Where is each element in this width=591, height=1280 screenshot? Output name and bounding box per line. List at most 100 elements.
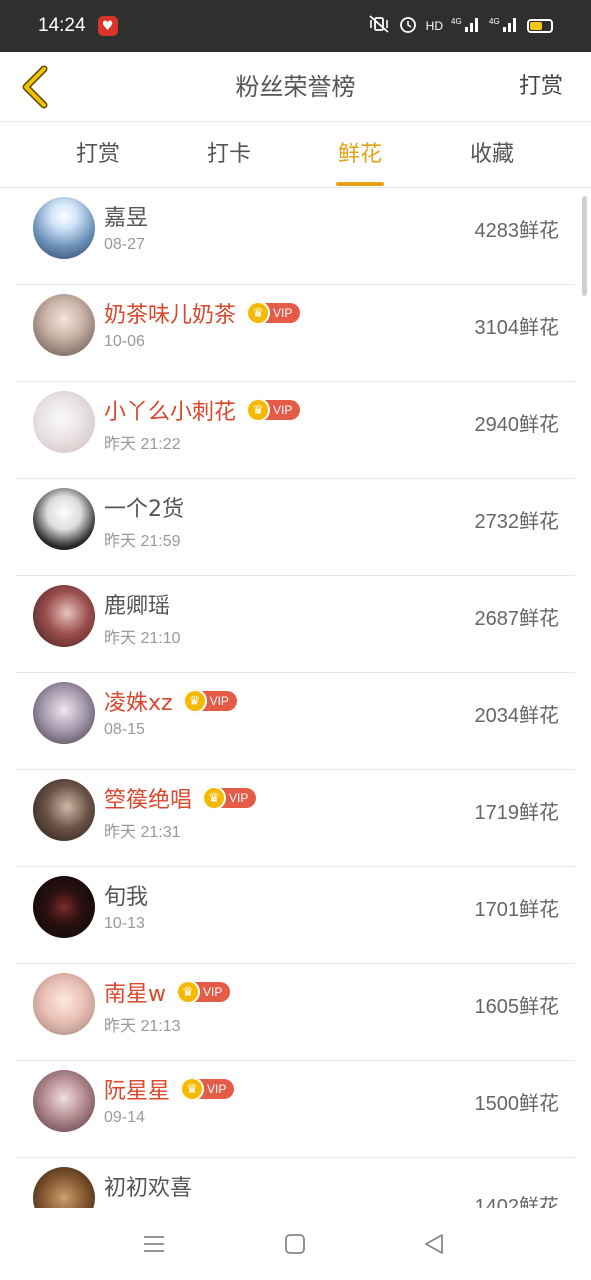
battery-icon (527, 19, 553, 33)
crown-icon: ♛ (182, 689, 207, 713)
tab-checkin[interactable]: 打卡 (184, 122, 274, 186)
fan-name[interactable]: 阮星星 (104, 1073, 170, 1105)
fan-name[interactable]: 奶茶味儿奶茶 (104, 297, 236, 329)
tab-bar: 打赏 打卡 鲜花 收藏 (0, 122, 591, 188)
fan-ranking-list[interactable]: 嘉昱 08-27 4283鲜花 奶茶味儿奶茶 ♛ VIP 10-06 3104鲜花 小丫么小刺花… (0, 188, 591, 1208)
avatar[interactable] (33, 1167, 95, 1208)
fan-row[interactable]: 小丫么小刺花 ♛ VIP 昨天 21:22 2940鲜花 (16, 382, 575, 479)
back-button[interactable] (10, 60, 60, 114)
fan-name[interactable]: 旬我 (104, 879, 148, 911)
flower-count: 2940鲜花 (474, 414, 560, 436)
fan-name-line: 南星w ♛ VIP (104, 976, 231, 1008)
fan-time: 昨天 21:13 (104, 1018, 181, 1035)
chevron-left-icon (22, 65, 48, 109)
svg-text:4G: 4G (451, 17, 462, 26)
fan-time: 08-15 (104, 721, 145, 738)
scrollbar[interactable] (582, 196, 587, 296)
mute-vibrate-icon (368, 15, 390, 37)
status-time: 14:24 (38, 15, 86, 36)
status-bar: 14:24 ♥ HD 4G 4G (0, 0, 591, 52)
fan-name[interactable]: 一个2货 (104, 491, 184, 523)
fan-name[interactable]: 南星w (104, 976, 166, 1008)
flower-count: 1719鲜花 (474, 802, 560, 824)
fan-name[interactable]: 凌姝xz (104, 685, 173, 717)
reward-button[interactable]: 打赏 (519, 52, 563, 122)
avatar[interactable] (33, 488, 95, 550)
flower-count: 1701鲜花 (474, 899, 560, 921)
fan-name-line: 初初欢喜 (104, 1170, 192, 1202)
vip-badge: ♛ VIP (182, 689, 237, 713)
fan-name-line: 一个2货 (104, 491, 184, 523)
fan-row[interactable]: 凌姝xz ♛ VIP 08-15 2034鲜花 (16, 673, 575, 770)
fan-row[interactable]: 箜篌绝唱 ♛ VIP 昨天 21:31 1719鲜花 (16, 770, 575, 867)
flower-count: 4283鲜花 (474, 220, 560, 242)
home-button[interactable] (275, 1224, 315, 1264)
system-navbar (0, 1208, 591, 1280)
avatar[interactable] (33, 779, 95, 841)
crown-icon: ♛ (180, 1077, 205, 1101)
fan-name-line: 小丫么小刺花 ♛ VIP (104, 394, 301, 426)
fan-name[interactable]: 小丫么小刺花 (104, 394, 236, 426)
flower-count: 3104鲜花 (474, 317, 560, 339)
fan-name-line: 鹿卿瑶 (104, 588, 170, 620)
fan-time: 昨天 21:59 (104, 533, 181, 550)
avatar[interactable] (33, 197, 95, 259)
crown-icon: ♛ (202, 786, 227, 810)
signal-icon-2: 4G (489, 15, 519, 37)
avatar[interactable] (33, 391, 95, 453)
avatar[interactable] (33, 294, 95, 356)
avatar[interactable] (33, 682, 95, 744)
fan-name-line: 嘉昱 (104, 200, 148, 232)
fan-name[interactable]: 箜篌绝唱 (104, 782, 192, 814)
fan-time: 10-13 (104, 915, 145, 932)
tab-reward[interactable]: 打赏 (53, 122, 143, 186)
fan-time: 昨天 21:22 (104, 436, 181, 453)
vip-badge: ♛ VIP (202, 786, 257, 810)
crown-icon: ♛ (246, 301, 271, 325)
fan-row[interactable]: 南星w ♛ VIP 昨天 21:13 1605鲜花 (16, 964, 575, 1061)
vip-badge-label: VIP (207, 1082, 227, 1096)
vip-badge: ♛ VIP (176, 980, 231, 1004)
avatar[interactable] (33, 973, 95, 1035)
fan-row[interactable]: 鹿卿瑶 昨天 21:10 2687鲜花 (16, 576, 575, 673)
avatar[interactable] (33, 876, 95, 938)
page-title: 粉丝荣誉榜 (235, 73, 356, 101)
menu-button[interactable] (134, 1224, 174, 1264)
vip-badge-label: VIP (203, 985, 223, 999)
tab-flowers[interactable]: 鲜花 (315, 122, 405, 186)
crown-icon: ♛ (246, 398, 271, 422)
fan-row[interactable]: 奶茶味儿奶茶 ♛ VIP 10-06 3104鲜花 (16, 285, 575, 382)
fan-name-line: 箜篌绝唱 ♛ VIP (104, 782, 257, 814)
flower-count: 1402鲜花 (474, 1196, 560, 1208)
flower-count: 2034鲜花 (474, 705, 560, 727)
home-square-icon (285, 1234, 305, 1254)
vip-badge-label: VIP (273, 306, 293, 320)
fan-name-line: 旬我 (104, 879, 148, 911)
active-tab-indicator (336, 182, 384, 186)
fan-name[interactable]: 鹿卿瑶 (104, 588, 170, 620)
tab-favorites[interactable]: 收藏 (447, 122, 537, 186)
fan-row[interactable]: 嘉昱 08-27 4283鲜花 (16, 188, 575, 285)
back-nav-button[interactable] (414, 1224, 454, 1264)
vip-badge: ♛ VIP (180, 1077, 235, 1101)
flower-count: 2732鲜花 (474, 511, 560, 533)
fan-name[interactable]: 初初欢喜 (104, 1170, 192, 1202)
fan-row[interactable]: 阮星星 ♛ VIP 09-14 1500鲜花 (16, 1061, 575, 1158)
fan-row[interactable]: 一个2货昨天 21:59 2732鲜花 (16, 479, 575, 576)
fan-name-line: 阮星星 ♛ VIP (104, 1073, 235, 1105)
fan-time: 09-14 (104, 1109, 145, 1126)
svg-text:4G: 4G (489, 17, 500, 26)
fan-row[interactable]: 旬我 10-13 1701鲜花 (16, 867, 575, 964)
vip-badge-label: VIP (229, 791, 249, 805)
flower-count: 2687鲜花 (474, 608, 560, 630)
flower-count: 1605鲜花 (474, 996, 560, 1018)
avatar[interactable] (33, 1070, 95, 1132)
vip-badge-label: VIP (273, 403, 293, 417)
vip-badge-label: VIP (209, 694, 229, 708)
menu-icon (144, 1236, 164, 1252)
fan-name-line: 奶茶味儿奶茶 ♛ VIP (104, 297, 301, 329)
avatar[interactable] (33, 585, 95, 647)
fan-row[interactable]: 初初欢喜 1402鲜花 (16, 1158, 575, 1208)
signal-icon-1: 4G (451, 15, 481, 37)
fan-name[interactable]: 嘉昱 (104, 200, 148, 232)
